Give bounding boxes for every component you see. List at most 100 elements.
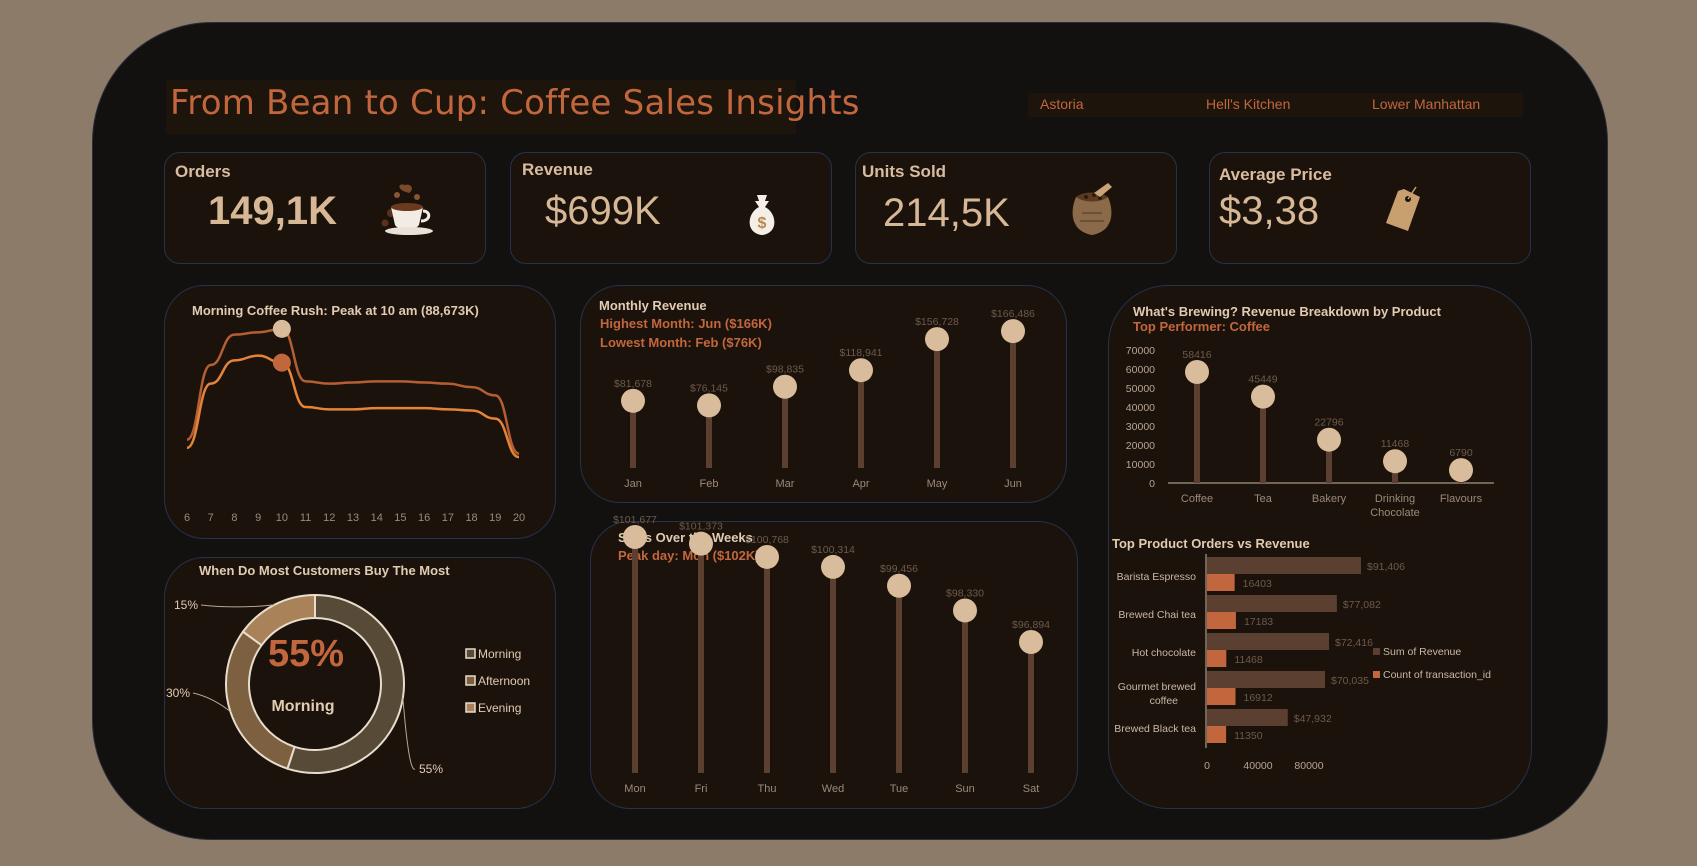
kpi-price-value: $3,38 — [1219, 189, 1320, 233]
donut-legend-label: Morning — [478, 647, 521, 661]
hourly-x-tick-10: 10 — [276, 512, 288, 524]
product-stem-coffee — [1194, 372, 1200, 483]
donut-leader-line — [192, 692, 231, 712]
weekday-stem-wed — [830, 566, 836, 773]
monthly-data-label: $166,486 — [991, 308, 1035, 320]
kpi-revenue-value: $699K — [545, 189, 661, 233]
weekday-data-label: $101,373 — [679, 521, 723, 533]
top-products-category: Brewed Black tea — [1114, 723, 1196, 735]
product-x-tick: Drinking — [1375, 493, 1415, 505]
product-y-tick: 10000 — [1126, 459, 1155, 471]
donut-slice-label-morning: 55% — [419, 762, 443, 776]
product-x-tick: Bakery — [1312, 493, 1347, 505]
donut-center-label: Morning — [271, 698, 334, 715]
weekday-data-label: $100,768 — [745, 534, 789, 546]
monthly-data-label: $156,728 — [915, 316, 959, 328]
transactions-bar-label: 16912 — [1243, 692, 1272, 704]
weekday-stem-thu — [764, 556, 770, 773]
top-products-x-tick: 40000 — [1243, 760, 1272, 772]
revenue-bar — [1207, 671, 1325, 688]
weekday-point-sun — [953, 598, 977, 623]
weekday-x-tick: Thu — [758, 783, 777, 795]
coffee-cup-icon — [381, 184, 433, 235]
revenue-bar — [1207, 633, 1329, 650]
top-products-category: Hot chocolate — [1132, 647, 1196, 659]
product-stem-tea — [1260, 396, 1266, 483]
weekday-chart: $101,677 Mon $101,373 Fri $100,768 Thu $100,31… — [613, 514, 1050, 795]
donut-slice-label-evening: 15% — [174, 598, 198, 612]
weekday-x-tick: Sun — [955, 783, 975, 795]
location-slicer: Astoria Hell's Kitchen Lower Manhattan — [1028, 93, 1523, 117]
kpi-price-label: Average Price — [1219, 165, 1332, 184]
revenue-bar-label: $70,035 — [1331, 675, 1369, 687]
weekday-stem-sun — [962, 610, 968, 773]
price-tag-icon — [1386, 186, 1420, 231]
product-y-tick: 20000 — [1126, 440, 1155, 452]
kpi-units-value: 214,5K — [883, 191, 1010, 235]
donut-slice-label-afternoon: 30% — [166, 686, 190, 700]
monthly-data-label: $81,678 — [614, 378, 652, 390]
weekday-x-tick: Sat — [1023, 783, 1040, 795]
donut-legend-label: Evening — [478, 701, 521, 715]
weekday-x-tick: Tue — [890, 783, 909, 795]
revenue-bar-label: $47,932 — [1294, 713, 1332, 725]
monthly-stem-jun — [1010, 331, 1016, 468]
weekday-stem-mon — [632, 537, 638, 773]
product-y-tick: 40000 — [1126, 402, 1155, 414]
hourly-x-tick-17: 17 — [442, 512, 454, 524]
product-data-label: 6790 — [1449, 447, 1473, 459]
transactions-bar — [1207, 574, 1235, 591]
weekday-point-sat — [1019, 630, 1043, 654]
product-data-label: 58416 — [1182, 349, 1211, 361]
hourly-x-tick-7: 7 — [208, 512, 214, 524]
monthly-stem-mar — [782, 386, 788, 468]
donut-leader-line — [200, 604, 275, 608]
weekday-point-tue — [887, 573, 911, 598]
hourly-x-tick-9: 9 — [255, 512, 261, 524]
monthly-point-apr — [849, 358, 873, 383]
title-banner: From Bean to Cup: Coffee Sales Insights — [166, 80, 860, 134]
monthly-data-label: $118,941 — [839, 347, 882, 359]
top-products-category: Barista Espresso — [1117, 571, 1197, 583]
product-point-bakery — [1317, 427, 1341, 452]
monthly-stem-apr — [858, 370, 864, 468]
kpi-orders-label: Orders — [175, 162, 231, 181]
monthly-point-mar — [773, 374, 797, 399]
hourly-chart: 6 7 8 9 10 11 12 13 14 15 16 17 18 19 20 — [184, 319, 525, 524]
monthly-point-feb — [697, 393, 721, 418]
weekday-stem-sat — [1028, 642, 1034, 773]
product-data-label: 22796 — [1314, 417, 1343, 429]
monthly-x-tick: Mar — [776, 478, 795, 490]
slicer-hells-kitchen[interactable]: Hell's Kitchen — [1206, 96, 1290, 112]
product-y-tick: 50000 — [1126, 383, 1155, 395]
product-x-tick: Tea — [1254, 493, 1273, 505]
slicer-lower-manhattan[interactable]: Lower Manhattan — [1372, 96, 1480, 112]
transactions-bar-label: 17183 — [1244, 616, 1273, 628]
kpi-price-card: Average Price $3,38 — [1209, 152, 1531, 264]
kpi-revenue-label: Revenue — [522, 160, 593, 179]
top-products-x-tick: 80000 — [1294, 760, 1323, 772]
top-products-category: Gourmet brewed — [1118, 681, 1196, 693]
transactions-bar-label: 11468 — [1234, 654, 1263, 666]
money-bag-icon: $ — [749, 195, 775, 235]
monthly-x-tick: Feb — [700, 478, 719, 490]
transactions-bar-label: 16403 — [1243, 578, 1272, 590]
time-of-day-chart: 55% 30% 15% 55% Morning Morning Afternoon Eveni… — [166, 593, 530, 776]
revenue-bar — [1207, 709, 1288, 726]
weekday-x-tick: Mon — [624, 783, 645, 795]
hourly-x-tick-16: 16 — [418, 512, 430, 524]
hourly-x-tick-11: 11 — [300, 512, 311, 524]
hourly-x-tick-15: 15 — [394, 512, 406, 524]
product-data-label: 45449 — [1248, 374, 1277, 386]
hourly-x-tick-6: 6 — [184, 512, 190, 524]
slicer-astoria[interactable]: Astoria — [1040, 96, 1084, 112]
hourly-x-tick-13: 13 — [347, 512, 359, 524]
revenue-bar-label: $91,406 — [1367, 561, 1405, 573]
monthly-point-jun — [1001, 319, 1025, 344]
transactions-bar-label: 11350 — [1234, 730, 1263, 742]
weekday-data-label: $100,314 — [811, 544, 855, 556]
product-y-tick: 30000 — [1126, 421, 1155, 433]
revenue-bar — [1207, 595, 1337, 612]
transactions-bar — [1207, 688, 1236, 705]
product-point-tea — [1251, 384, 1275, 409]
